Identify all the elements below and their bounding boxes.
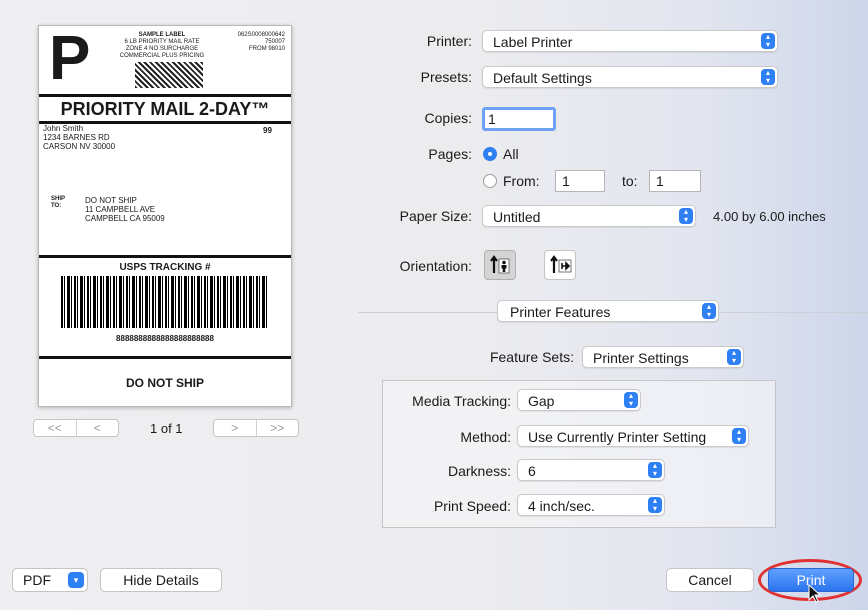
landscape-orientation-icon [550,255,572,273]
service-letter: P [49,25,91,93]
feature-sets-label: Feature Sets: [489,349,574,365]
tracking-number: 8888888888888888888888 [116,334,214,343]
address-line: 1234 BARNES RD [43,133,110,142]
orientation-label: Orientation: [399,258,472,274]
pages-from-input[interactable]: 1 [555,170,605,192]
header-line: COMMERCIAL PLUS PRICING [119,53,205,59]
chevron-updown-icon: ▴ ▾ [761,33,775,49]
copies-input[interactable]: 1 [482,107,556,131]
pages-from-label: From: [503,173,540,189]
preview-next-buttons: > >> [213,419,299,437]
label-preview: P SAMPLE LABEL 6 LB PRIORITY MAIL RATE Z… [38,25,292,407]
print-speed-label: Print Speed: [433,498,511,514]
paper-dimensions: 4.00 by 6.00 inches [713,209,826,224]
paper-size-value: Untitled [493,209,541,225]
media-tracking-label: Media Tracking: [412,393,511,409]
label-footer: DO NOT SHIP [39,356,291,406]
paper-size-select[interactable]: Untitled ▴ ▾ [482,205,696,227]
ship-to-label: SHIP TO: [51,196,66,209]
pdf-label: PDF [23,572,51,588]
pages-to-input[interactable]: 1 [649,170,701,192]
printer-select[interactable]: Label Printer ▴ ▾ [482,30,778,52]
last-page-button[interactable]: >> [255,420,299,436]
method-label: Method: [460,429,511,445]
orientation-landscape[interactable] [544,250,576,280]
feature-sets-select[interactable]: Printer Settings ▴ ▾ [582,346,744,368]
chevron-down-icon: ▾ [68,572,84,588]
copies-label: Copies: [424,110,472,126]
header-line: ZONE 4 NO SURCHARGE [125,46,199,52]
hide-details-button[interactable]: Hide Details [100,568,222,592]
address-line: John Smith [43,124,84,133]
darkness-label: Darkness: [447,463,511,479]
header-right-line: 750007 [264,39,285,45]
pages-all-radio[interactable] [483,147,497,161]
pages-label: Pages: [428,146,472,162]
prev-page-button[interactable]: < [75,420,119,436]
preview-prev-buttons: << < [33,419,119,437]
section-select[interactable]: Printer Features ▴ ▾ [497,300,719,322]
mail-class: PRIORITY MAIL 2-DAY™ [39,94,291,124]
printer-label: Printer: [426,33,472,49]
label-header-right: 062S0008000642 750007 FROM 98010 [229,32,285,53]
page-indicator: 1 of 1 [150,421,183,436]
pages-from-radio[interactable] [483,174,497,188]
print-speed-select[interactable]: 4 inch/sec. ▴ ▾ [517,494,665,516]
chevron-updown-icon: ▴ ▾ [648,462,662,478]
darkness-select[interactable]: 6 ▴ ▾ [517,459,665,481]
paper-size-label: Paper Size: [399,208,472,224]
address-line: 11 CAMPBELL AVE [85,205,156,214]
recipient-address: DO NOT SHIP 11 CAMPBELL AVE CAMPBELL CA … [85,196,165,223]
chevron-updown-icon: ▴ ▾ [624,392,638,408]
next-page-button[interactable]: > [214,420,256,436]
printer-value: Label Printer [493,34,573,50]
address-line: CARSON NV 30000 [43,142,116,151]
cancel-button[interactable]: Cancel [666,568,754,592]
sender-address: John Smith 1234 BARNES RD CARSON NV 3000… [43,124,115,151]
label-header: SAMPLE LABEL 6 LB PRIORITY MAIL RATE ZON… [119,32,205,60]
chevron-updown-icon: ▴ ▾ [732,428,746,444]
chevron-updown-icon: ▴ ▾ [761,69,775,85]
section-value: Printer Features [510,304,611,320]
tracking-title: USPS TRACKING # [39,255,291,278]
header-right-line: 062S0008000642 [237,32,285,38]
print-speed-value: 4 inch/sec. [528,498,595,514]
chevron-updown-icon: ▴ ▾ [727,349,741,365]
address-line: DO NOT SHIP [85,196,137,205]
presets-value: Default Settings [493,70,592,86]
media-tracking-select[interactable]: Gap ▴ ▾ [517,389,641,411]
header-line: 6 LB PRIORITY MAIL RATE [124,39,200,45]
feature-sets-value: Printer Settings [593,350,689,366]
presets-select[interactable]: Default Settings ▴ ▾ [482,66,778,88]
method-select[interactable]: Use Currently Printer Setting ▴ ▾ [517,425,749,447]
header-line: SAMPLE LABEL [138,32,186,38]
pages-to-label: to: [622,173,638,189]
2d-barcode [135,62,203,88]
media-tracking-value: Gap [528,393,555,409]
method-value: Use Currently Printer Setting [528,429,707,445]
pdf-menu-button[interactable]: PDF ▾ [12,568,88,592]
orientation-portrait[interactable] [484,250,516,280]
presets-label: Presets: [420,69,472,85]
first-page-button[interactable]: << [34,420,76,436]
header-right-line: FROM 98010 [248,46,285,52]
tracking-barcode [61,276,269,328]
sender-code: 99 [263,126,272,135]
portrait-orientation-icon [490,255,510,274]
chevron-updown-icon: ▴ ▾ [648,497,662,513]
mouse-cursor-icon [808,584,822,603]
darkness-value: 6 [528,463,536,479]
address-line: CAMPBELL CA 95009 [85,214,165,223]
printer-settings-panel: Media Tracking: Gap ▴ ▾ Method: Use Curre… [382,380,776,528]
chevron-updown-icon: ▴ ▾ [679,208,693,224]
pages-all-label: All [503,146,519,162]
chevron-updown-icon: ▴ ▾ [702,303,716,319]
